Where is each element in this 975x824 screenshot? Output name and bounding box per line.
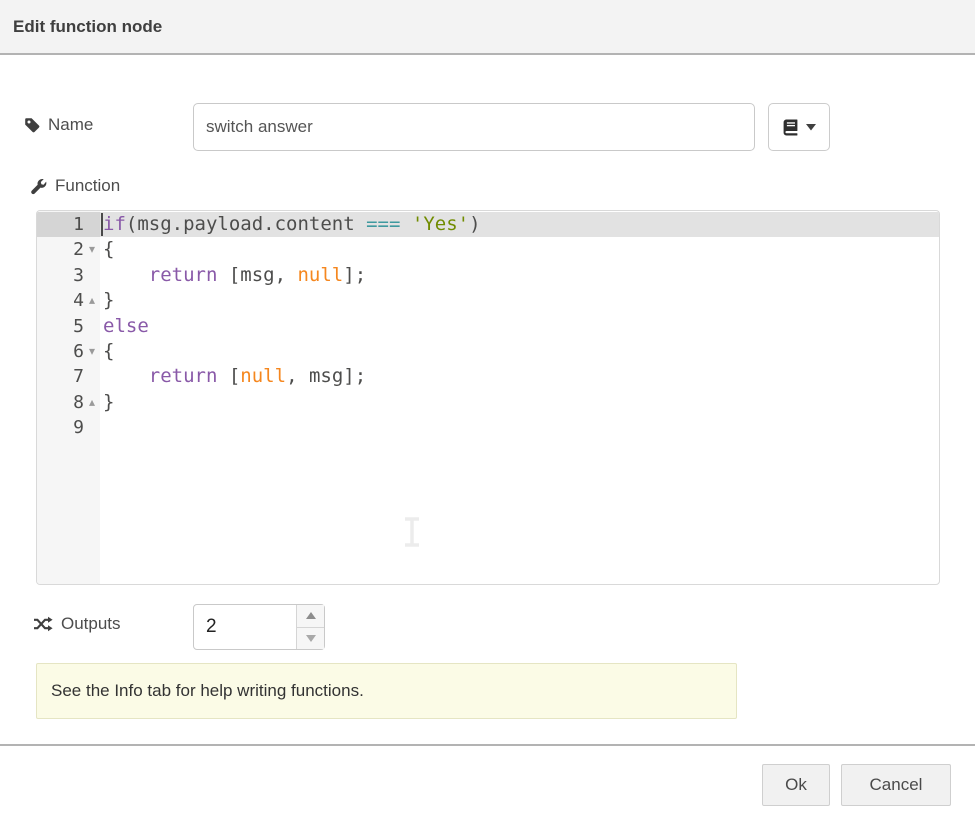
token-plain: ]; [343,264,366,286]
dialog-header: Edit function node [0,0,975,55]
library-button[interactable] [768,103,830,151]
token-plain [103,264,149,286]
code-line[interactable]: 2▾{ [37,237,939,262]
line-number: 6 [73,339,84,364]
tag-icon [24,117,40,133]
line-number: 4 [73,288,84,313]
token-plain: (msg.payload.content [126,213,366,235]
spinner-buttons [296,605,324,649]
token-string: 'Yes' [412,213,469,235]
code-line-content [100,415,939,440]
token-constant: null [297,264,343,286]
gutter-cell: 2▾ [37,237,100,262]
info-tip-text: See the Info tab for help writing functi… [51,681,364,701]
code-line-content: if(msg.payload.content === 'Yes') [100,212,939,237]
token-plain: } [103,391,114,413]
token-plain [103,365,149,387]
token-keyword: if [103,213,126,235]
code-line-content: { [100,237,939,262]
code-line[interactable]: 9 [37,415,939,440]
token-keyword: return [149,365,218,387]
wrench-icon [30,178,47,195]
cancel-button[interactable]: Cancel [841,764,951,806]
token-plain: , msg]; [286,365,366,387]
code-line-content: else [100,314,939,339]
info-tip: See the Info tab for help writing functi… [36,663,737,719]
arrow-down-icon [306,635,316,642]
function-label-row: Function [30,176,120,196]
fold-close-icon[interactable]: ▴ [84,390,100,415]
code-line-content: return [msg, null]; [100,263,939,288]
code-line-content: } [100,390,939,415]
arrow-up-icon [306,612,316,619]
token-operator: === [366,213,400,235]
gutter-cell: 6▾ [37,339,100,364]
line-number: 9 [73,415,84,440]
token-plain: [ [217,365,240,387]
gutter-cell: 9 [37,415,100,440]
line-number: 7 [73,364,84,389]
outputs-value[interactable]: 2 [206,605,217,649]
name-label: Name [48,115,93,135]
fold-close-icon[interactable]: ▴ [84,288,100,313]
ibeam-cursor [400,516,424,553]
fold-open-icon[interactable]: ▾ [84,339,100,364]
code-line[interactable]: 1 if(msg.payload.content === 'Yes') [37,212,939,237]
gutter-cell: 7 [37,364,100,389]
gutter-cell: 1 [37,212,100,237]
gutter-cell: 5 [37,314,100,339]
gutter-cell: 4▴ [37,288,100,313]
line-number: 2 [73,237,84,262]
line-number: 3 [73,263,84,288]
spinner-down-button[interactable] [297,628,324,650]
code-editor[interactable]: 1if(msg.payload.content === 'Yes')2▾{3 r… [36,210,940,585]
outputs-label: Outputs [61,614,121,634]
code-line[interactable]: 8▴} [37,390,939,415]
spinner-up-button[interactable] [297,605,324,628]
gutter-cell: 3 [37,263,100,288]
line-number: 1 [73,212,84,237]
line-number: 8 [73,390,84,415]
random-icon [33,616,53,632]
outputs-spinner[interactable]: 2 [193,604,325,650]
ok-button[interactable]: Ok [762,764,830,806]
code-editor-rows: 1if(msg.payload.content === 'Yes')2▾{3 r… [37,212,939,441]
name-label-row: Name [24,115,93,135]
code-line[interactable]: 7 return [null, msg]; [37,364,939,389]
book-icon [782,119,799,136]
token-constant: null [240,365,286,387]
code-line[interactable]: 3 return [msg, null]; [37,263,939,288]
fold-open-icon[interactable]: ▾ [84,237,100,262]
code-line[interactable]: 5 else [37,314,939,339]
line-number: 5 [73,314,84,339]
text-caret [101,213,103,236]
chevron-down-icon [806,124,816,131]
token-plain: { [103,238,114,260]
code-line[interactable]: 6▾{ [37,339,939,364]
code-line[interactable]: 4▴} [37,288,939,313]
code-line-content: { [100,339,939,364]
token-plain: } [103,289,114,311]
token-keyword: return [149,264,218,286]
token-keyword: else [103,315,149,337]
token-plain: ) [469,213,480,235]
footer-divider [0,744,975,746]
outputs-label-row: Outputs [33,614,121,634]
token-plain [400,213,411,235]
function-label: Function [55,176,120,196]
edit-function-node-dialog: Edit function node Name Funct [0,0,975,824]
code-line-content: } [100,288,939,313]
gutter-cell: 8▴ [37,390,100,415]
token-plain: [msg, [217,264,297,286]
name-input[interactable] [193,103,755,151]
token-plain: { [103,340,114,362]
dialog-title: Edit function node [13,17,162,37]
code-line-content: return [null, msg]; [100,364,939,389]
